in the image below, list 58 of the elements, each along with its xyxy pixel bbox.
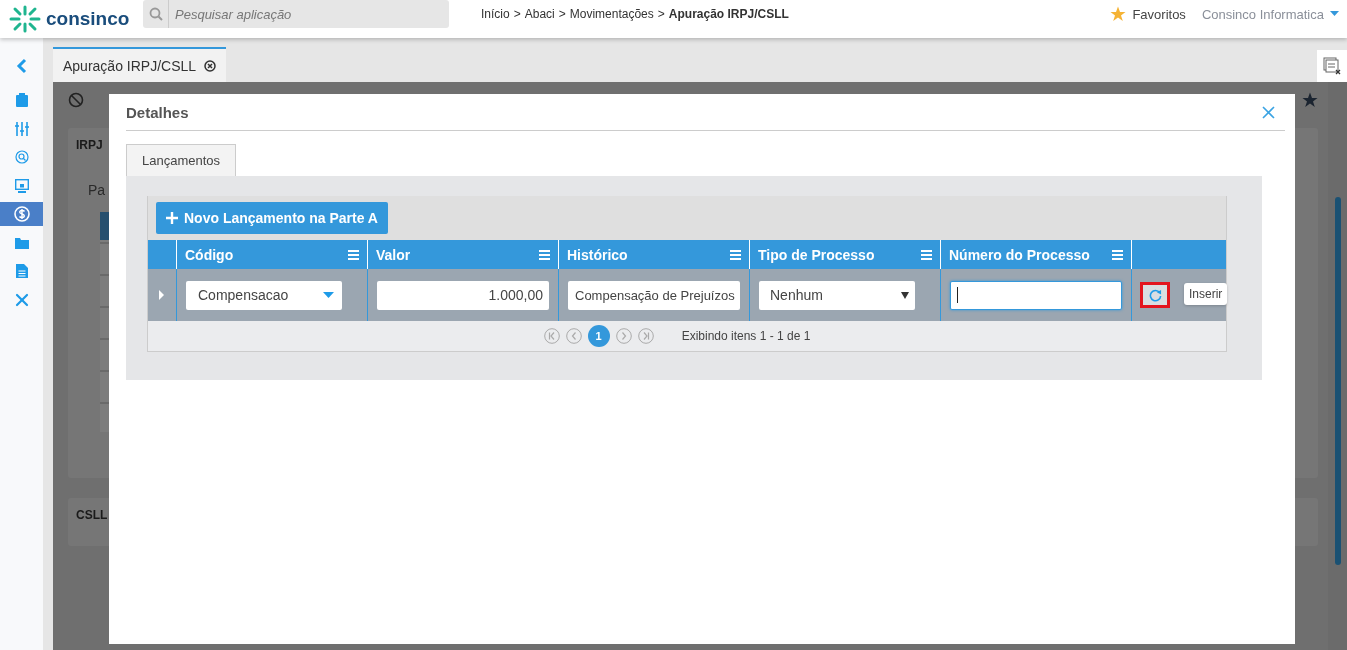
dialog-tab[interactable]: Lançamentos	[126, 144, 237, 176]
search-field[interactable]: Pesquisar aplicação	[169, 0, 449, 28]
panel-title: IRPJ	[76, 138, 103, 152]
breadcrumb-separator: >	[657, 7, 665, 21]
plus-icon	[166, 212, 178, 224]
tooltip: Inserir	[1184, 283, 1228, 305]
dialog-title: Detalhes	[126, 103, 189, 121]
history-field[interactable]: Compensação de Prejuízos	[568, 280, 740, 310]
next-page-icon[interactable]	[615, 328, 632, 344]
close-windows-button[interactable]	[1317, 50, 1347, 82]
pager-info: Exibindo itens 1 - 1 de 1	[681, 329, 811, 343]
previous-page-icon[interactable]	[565, 328, 582, 344]
document-icon	[15, 264, 28, 278]
process-type-select[interactable]: Nenhum	[759, 280, 915, 310]
panel-tab-label: Pa	[88, 182, 106, 198]
breadcrumb-link[interactable]: Abaci	[524, 7, 555, 21]
sidebar-item[interactable]	[0, 202, 43, 226]
last-page-icon[interactable]	[637, 328, 654, 344]
breadcrumb-separator: >	[558, 7, 566, 21]
logo-icon	[8, 5, 42, 33]
breadcrumb-link[interactable]: Movimentações	[569, 7, 654, 21]
caret-icon	[901, 291, 909, 299]
sliders-icon	[14, 121, 29, 136]
caret-icon	[323, 292, 334, 298]
close-icon[interactable]	[204, 59, 217, 72]
monitor-lock-icon	[14, 178, 29, 193]
search-button[interactable]	[143, 0, 169, 28]
breadcrumb-link[interactable]: Início	[481, 7, 510, 21]
caret-icon[interactable]	[1330, 11, 1339, 17]
logo-text[interactable]: consinco	[46, 8, 130, 30]
menu-icon[interactable]	[539, 249, 550, 260]
favorites-link[interactable]: Favoritos	[1132, 6, 1186, 22]
scrollbar[interactable]	[1328, 82, 1347, 650]
menu-icon[interactable]	[730, 249, 741, 260]
first-page-icon[interactable]	[543, 328, 560, 344]
refresh-icon	[1148, 288, 1162, 302]
clipboard-icon	[15, 93, 28, 107]
blocked-icon	[68, 92, 84, 108]
menu-icon[interactable]	[921, 249, 932, 260]
refresh-button[interactable]	[1140, 282, 1170, 308]
search-icon	[14, 150, 29, 164]
code-dropdown[interactable]: Compensacao	[186, 280, 342, 310]
back-chevron-icon[interactable]	[15, 58, 28, 74]
dollar-icon	[13, 206, 30, 222]
menu-icon[interactable]	[348, 249, 359, 260]
document-tab[interactable]: Apuração IRPJ/CSLL	[53, 47, 227, 82]
expand-arrow-icon[interactable]	[159, 290, 165, 300]
star-icon	[1302, 92, 1318, 108]
menu-icon[interactable]	[1112, 249, 1123, 260]
breadcrumb-separator: >	[513, 7, 521, 21]
search-icon	[148, 7, 163, 21]
process-number-field[interactable]	[950, 280, 1122, 310]
star-icon[interactable]	[1110, 6, 1127, 22]
breadcrumb-link[interactable]: Apuração IRPJ/CSLL	[668, 7, 789, 21]
folder-icon	[14, 236, 29, 249]
value-field[interactable]: 1.000,00	[377, 280, 549, 310]
panel-title: CSLL	[76, 508, 108, 522]
windows-close-icon	[1323, 57, 1341, 75]
